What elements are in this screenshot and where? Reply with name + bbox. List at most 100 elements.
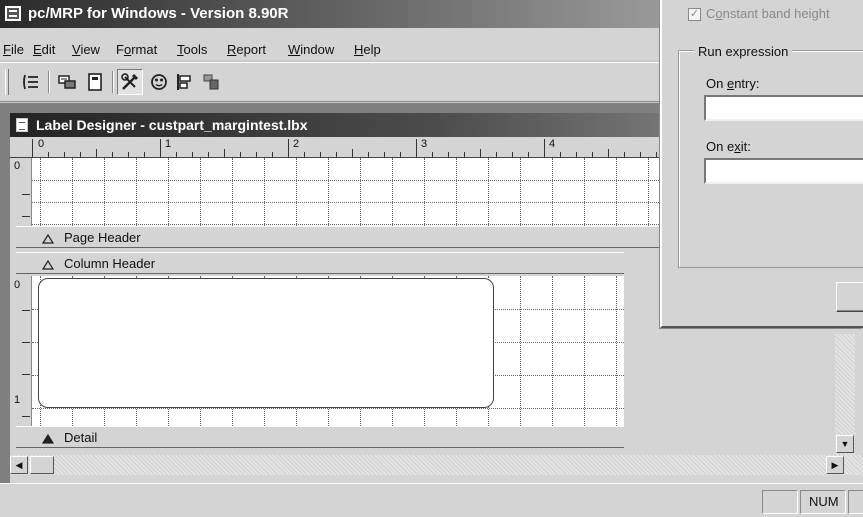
horizontal-scrollbar[interactable]: ◀ ▶ bbox=[10, 455, 863, 475]
band-collapse-icon[interactable] bbox=[41, 232, 55, 247]
constant-band-height-checkbox[interactable]: ✓ bbox=[688, 8, 701, 21]
grid-line bbox=[360, 158, 361, 226]
ruler-tick bbox=[352, 149, 353, 157]
ruler-tick bbox=[192, 152, 193, 157]
menu-format[interactable]: Format bbox=[116, 42, 157, 57]
ruler-tick bbox=[48, 152, 49, 157]
grid-line bbox=[40, 158, 41, 226]
detail-band[interactable]: Detail bbox=[16, 426, 624, 448]
field-list-icon[interactable] bbox=[18, 69, 44, 95]
ruler-tick bbox=[544, 139, 545, 157]
ruler-tick bbox=[224, 149, 225, 157]
ruler-tick bbox=[22, 374, 30, 375]
ruler-tick bbox=[22, 194, 30, 195]
ruler-tick bbox=[128, 152, 129, 157]
on-entry-label: On entry: bbox=[706, 76, 760, 91]
ruler-tick bbox=[32, 139, 33, 157]
grid-line bbox=[200, 158, 201, 226]
app-title: pc/MRP for Windows - Version 8.90R bbox=[28, 5, 289, 22]
ruler-h-label: 3 bbox=[421, 138, 428, 150]
menu-tools[interactable]: Tools bbox=[177, 42, 207, 57]
ruler-tick bbox=[288, 139, 289, 157]
status-bar: NUM bbox=[0, 483, 863, 517]
menu-edit[interactable]: Edit bbox=[33, 42, 55, 57]
on-exit-label: On exit: bbox=[706, 139, 751, 154]
grid-line bbox=[168, 158, 169, 226]
ruler-tick bbox=[448, 152, 449, 157]
detail-label: Detail bbox=[64, 430, 98, 445]
grid-line bbox=[552, 158, 553, 226]
ruler-tick bbox=[176, 152, 177, 157]
dialog-button[interactable] bbox=[836, 282, 863, 312]
ruler-tick bbox=[304, 152, 305, 157]
menu-report[interactable]: Report bbox=[227, 42, 266, 57]
ruler-tick bbox=[368, 152, 369, 157]
band-collapse-icon[interactable] bbox=[41, 258, 55, 273]
label-rounded-rectangle[interactable] bbox=[38, 278, 494, 408]
scroll-thumb[interactable] bbox=[30, 456, 54, 474]
ruler-tick bbox=[496, 152, 497, 157]
ruler-tick bbox=[416, 139, 417, 157]
menu-window[interactable]: Window bbox=[288, 42, 334, 57]
designer-title: Label Designer - custpart_margintest.lbx bbox=[36, 117, 308, 133]
toolbar-separator bbox=[112, 71, 114, 93]
ruler-h-label: 4 bbox=[549, 138, 556, 150]
ruler-v-label: 0 bbox=[14, 160, 21, 172]
ruler-tick bbox=[208, 152, 209, 157]
scroll-right-button[interactable]: ▶ bbox=[826, 456, 844, 474]
document-icon[interactable] bbox=[16, 118, 28, 132]
page-icon[interactable] bbox=[82, 69, 108, 95]
grid-line bbox=[488, 158, 489, 226]
ruler-tick bbox=[480, 149, 481, 157]
ruler-v-label: 1 bbox=[14, 394, 21, 406]
grid-line bbox=[616, 276, 617, 426]
ruler-tick bbox=[240, 152, 241, 157]
menu-help[interactable]: Help bbox=[354, 42, 381, 57]
ruler-tick bbox=[624, 152, 625, 157]
menu-view[interactable]: View bbox=[72, 42, 100, 57]
menu-file[interactable]: File bbox=[3, 42, 24, 57]
ruler-tick bbox=[656, 152, 657, 157]
scroll-left-button[interactable]: ◀ bbox=[10, 456, 28, 474]
ruler-tick bbox=[112, 152, 113, 157]
grid-line bbox=[552, 276, 553, 426]
ruler-tick bbox=[560, 152, 561, 157]
vertical-ruler-top: 0 bbox=[10, 158, 32, 226]
tools-icon[interactable] bbox=[117, 69, 143, 95]
status-cell-empty bbox=[762, 490, 798, 514]
app-icon[interactable] bbox=[5, 6, 21, 21]
grid-line bbox=[648, 158, 649, 226]
grid-line bbox=[456, 158, 457, 226]
ruler-tick bbox=[22, 310, 30, 311]
ruler-tick bbox=[592, 152, 593, 157]
grid-line bbox=[296, 158, 297, 226]
band-collapse-icon[interactable] bbox=[41, 432, 55, 447]
on-exit-input[interactable] bbox=[704, 158, 863, 184]
resize-grip[interactable] bbox=[848, 490, 863, 514]
grid-line bbox=[392, 158, 393, 226]
column-header-label: Column Header bbox=[64, 256, 156, 271]
align-icon[interactable] bbox=[172, 69, 198, 95]
layout-icon[interactable] bbox=[198, 69, 224, 95]
ruler-h-label: 0 bbox=[38, 138, 45, 150]
on-entry-input[interactable] bbox=[704, 95, 863, 121]
color-palette-icon[interactable] bbox=[146, 69, 172, 95]
constant-band-height-label: Constant band height bbox=[706, 6, 830, 21]
toolbar-grip[interactable] bbox=[5, 69, 9, 95]
ruler-tick bbox=[22, 342, 30, 343]
data-environment-icon[interactable] bbox=[54, 69, 80, 95]
ruler-tick bbox=[64, 152, 65, 157]
vertical-scrollbar[interactable]: ▼ bbox=[835, 334, 855, 455]
ruler-h-label: 2 bbox=[293, 138, 300, 150]
grid-line bbox=[136, 158, 137, 226]
column-header-band[interactable]: Column Header bbox=[16, 252, 624, 274]
ruler-tick bbox=[144, 152, 145, 157]
ruler-h-label: 1 bbox=[165, 138, 172, 150]
grid-line bbox=[264, 158, 265, 226]
ruler-tick bbox=[96, 149, 97, 157]
page-header-label: Page Header bbox=[64, 230, 141, 245]
grid-line bbox=[328, 158, 329, 226]
ruler-tick bbox=[608, 149, 609, 157]
scroll-down-button[interactable]: ▼ bbox=[836, 435, 854, 453]
grid-line bbox=[32, 408, 624, 409]
